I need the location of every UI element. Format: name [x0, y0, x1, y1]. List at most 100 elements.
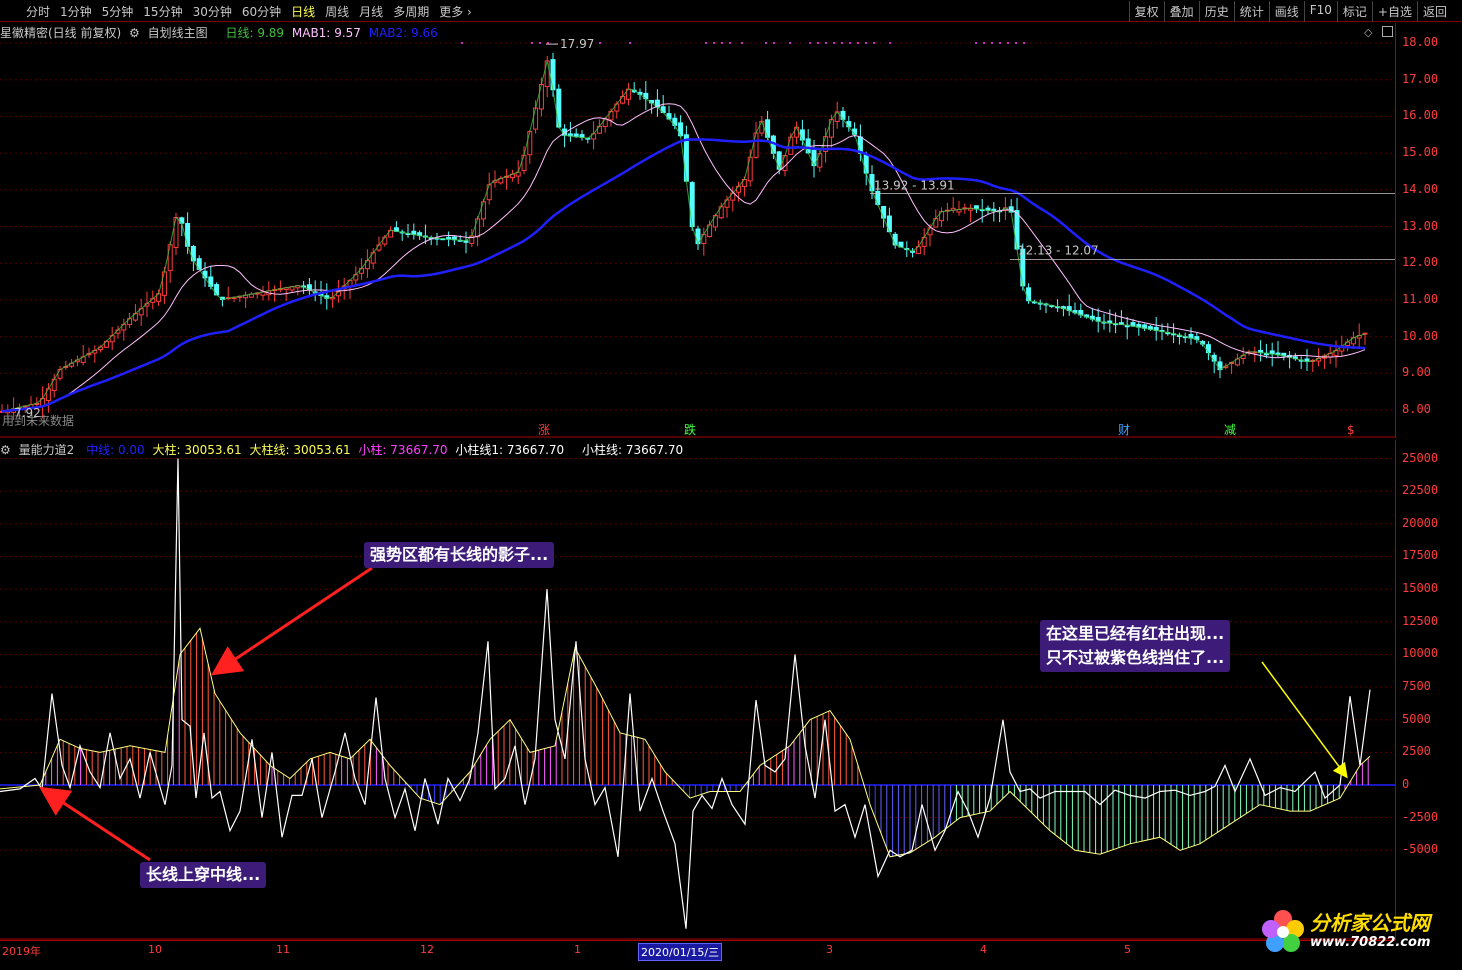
candlestick	[997, 206, 1003, 223]
signal-dot	[999, 42, 1001, 44]
signal-dot	[833, 42, 835, 44]
candlestick	[1165, 323, 1171, 336]
site-logo: 分析家公式网 www.70822.com	[1258, 905, 1450, 959]
candlestick	[921, 228, 927, 256]
candlestick	[411, 223, 417, 240]
f10-button[interactable]: F10	[1303, 1, 1337, 22]
candlestick	[295, 285, 301, 296]
candlestick	[625, 82, 631, 106]
price-tick: 18.00	[1402, 35, 1439, 49]
candle-body	[57, 369, 63, 379]
tab-5min[interactable]: 5分钟	[102, 3, 134, 20]
candlestick	[527, 129, 533, 164]
tab-multi-period[interactable]: 多周期	[393, 3, 429, 20]
level-label: 12.13 - 12.07	[1018, 244, 1099, 258]
candlestick	[243, 291, 249, 308]
candlestick	[80, 344, 86, 366]
back-button[interactable]: 返回	[1416, 1, 1452, 22]
value-tick: -2500	[1402, 809, 1439, 824]
candlestick	[1136, 320, 1142, 336]
candle-body	[683, 134, 689, 182]
logo-name: 分析家公式网	[1310, 911, 1430, 935]
candlestick	[1194, 332, 1200, 344]
candlestick	[695, 225, 701, 251]
tab-60min[interactable]: 60分钟	[242, 3, 281, 20]
candlestick	[1298, 356, 1304, 369]
annotation-arrow	[38, 786, 151, 862]
candle-body	[881, 205, 887, 219]
tab-weekly[interactable]: 周线	[325, 3, 349, 20]
signal-dot	[713, 42, 715, 44]
candle-body	[788, 136, 794, 155]
candlestick	[434, 232, 440, 246]
value-tick: 5000	[1402, 711, 1431, 726]
candlestick	[504, 168, 510, 190]
period-tabs: 分时 1分钟 5分钟 15分钟 30分钟 60分钟 日线 周线 月线 多周期 更…	[26, 3, 472, 20]
tool-buttons: 复权 叠加 历史 统计 画线 F10 标记 +自选 返回	[1128, 1, 1452, 22]
candlestick	[1287, 351, 1293, 369]
draw-line-button[interactable]: 画线	[1268, 1, 1304, 22]
signal-dot	[983, 42, 985, 44]
candlestick	[1304, 349, 1310, 372]
date-label: 2019年	[2, 945, 41, 958]
high-label: 17.97	[560, 37, 594, 51]
tab-1min[interactable]: 1分钟	[60, 3, 92, 20]
tab-more[interactable]: 更多 ›	[439, 3, 472, 20]
candle-body	[927, 227, 933, 236]
annotation-strong-zone: 强势区都有长线的影子...	[364, 542, 555, 568]
period-toolbar: 分时 1分钟 5分钟 15分钟 30分钟 60分钟 日线 周线 月线 多周期 更…	[0, 0, 1462, 22]
tab-30min[interactable]: 30分钟	[193, 3, 232, 20]
candle-body	[556, 88, 562, 128]
signal-dot	[849, 42, 851, 44]
kline-chart[interactable]: 13.92 - 13.9112.13 - 12.0717.977.92涨跌财减 $	[0, 23, 1395, 438]
price-tick: 13.00	[1402, 218, 1439, 233]
add-watchlist-button[interactable]: +自选	[1371, 1, 1417, 22]
tab-fenshi[interactable]: 分时	[26, 3, 50, 20]
candlestick	[330, 290, 336, 308]
candlestick	[1037, 299, 1043, 310]
logo-url: www.70822.com	[1310, 935, 1431, 950]
candlestick	[765, 110, 771, 140]
candlestick	[399, 229, 405, 241]
date-axis: 2019年 10 11 12 1 2020/01/15/三 3 4 5	[0, 940, 1395, 961]
candlestick	[277, 280, 283, 293]
value-tick: 17500	[1402, 548, 1439, 563]
event-marker: 减	[1224, 423, 1236, 437]
fuquan-button[interactable]: 复权	[1128, 1, 1164, 22]
tab-daily[interactable]: 日线	[291, 3, 315, 20]
tab-monthly[interactable]: 月线	[359, 3, 383, 20]
value-tick: 22500	[1402, 483, 1439, 498]
candlestick	[1188, 327, 1194, 345]
candlestick	[312, 280, 318, 302]
price-tick: 15.00	[1402, 145, 1439, 160]
mark-button[interactable]: 标记	[1336, 1, 1372, 22]
candlestick	[1066, 294, 1072, 316]
date-label: 3	[826, 943, 833, 956]
candlestick	[1258, 340, 1264, 362]
tab-more-label: 更多	[439, 5, 464, 19]
candle-body	[892, 233, 898, 246]
candlestick	[57, 366, 63, 381]
stats-button[interactable]: 统计	[1233, 1, 1269, 22]
candlestick	[567, 122, 573, 142]
candlestick	[834, 101, 840, 129]
event-marker: 财	[1118, 423, 1130, 437]
overlay-button[interactable]: 叠加	[1163, 1, 1199, 22]
signal-dot	[865, 42, 867, 44]
flower-logo-icon	[1262, 910, 1304, 952]
tab-15min[interactable]: 15分钟	[143, 3, 182, 20]
signal-dot	[1015, 42, 1017, 44]
candlestick	[910, 248, 916, 258]
candlestick	[324, 283, 330, 310]
event-marker: 跌	[684, 422, 696, 437]
candlestick	[1182, 332, 1188, 343]
candlestick	[939, 207, 945, 228]
date-label: 10	[148, 943, 162, 956]
history-button[interactable]: 历史	[1198, 1, 1234, 22]
annotation-arrow	[1261, 661, 1348, 779]
candle-body	[863, 154, 869, 174]
candlestick	[654, 89, 660, 117]
candlestick	[109, 326, 115, 351]
candle-body	[689, 182, 695, 228]
value-tick: 25000	[1402, 450, 1439, 465]
